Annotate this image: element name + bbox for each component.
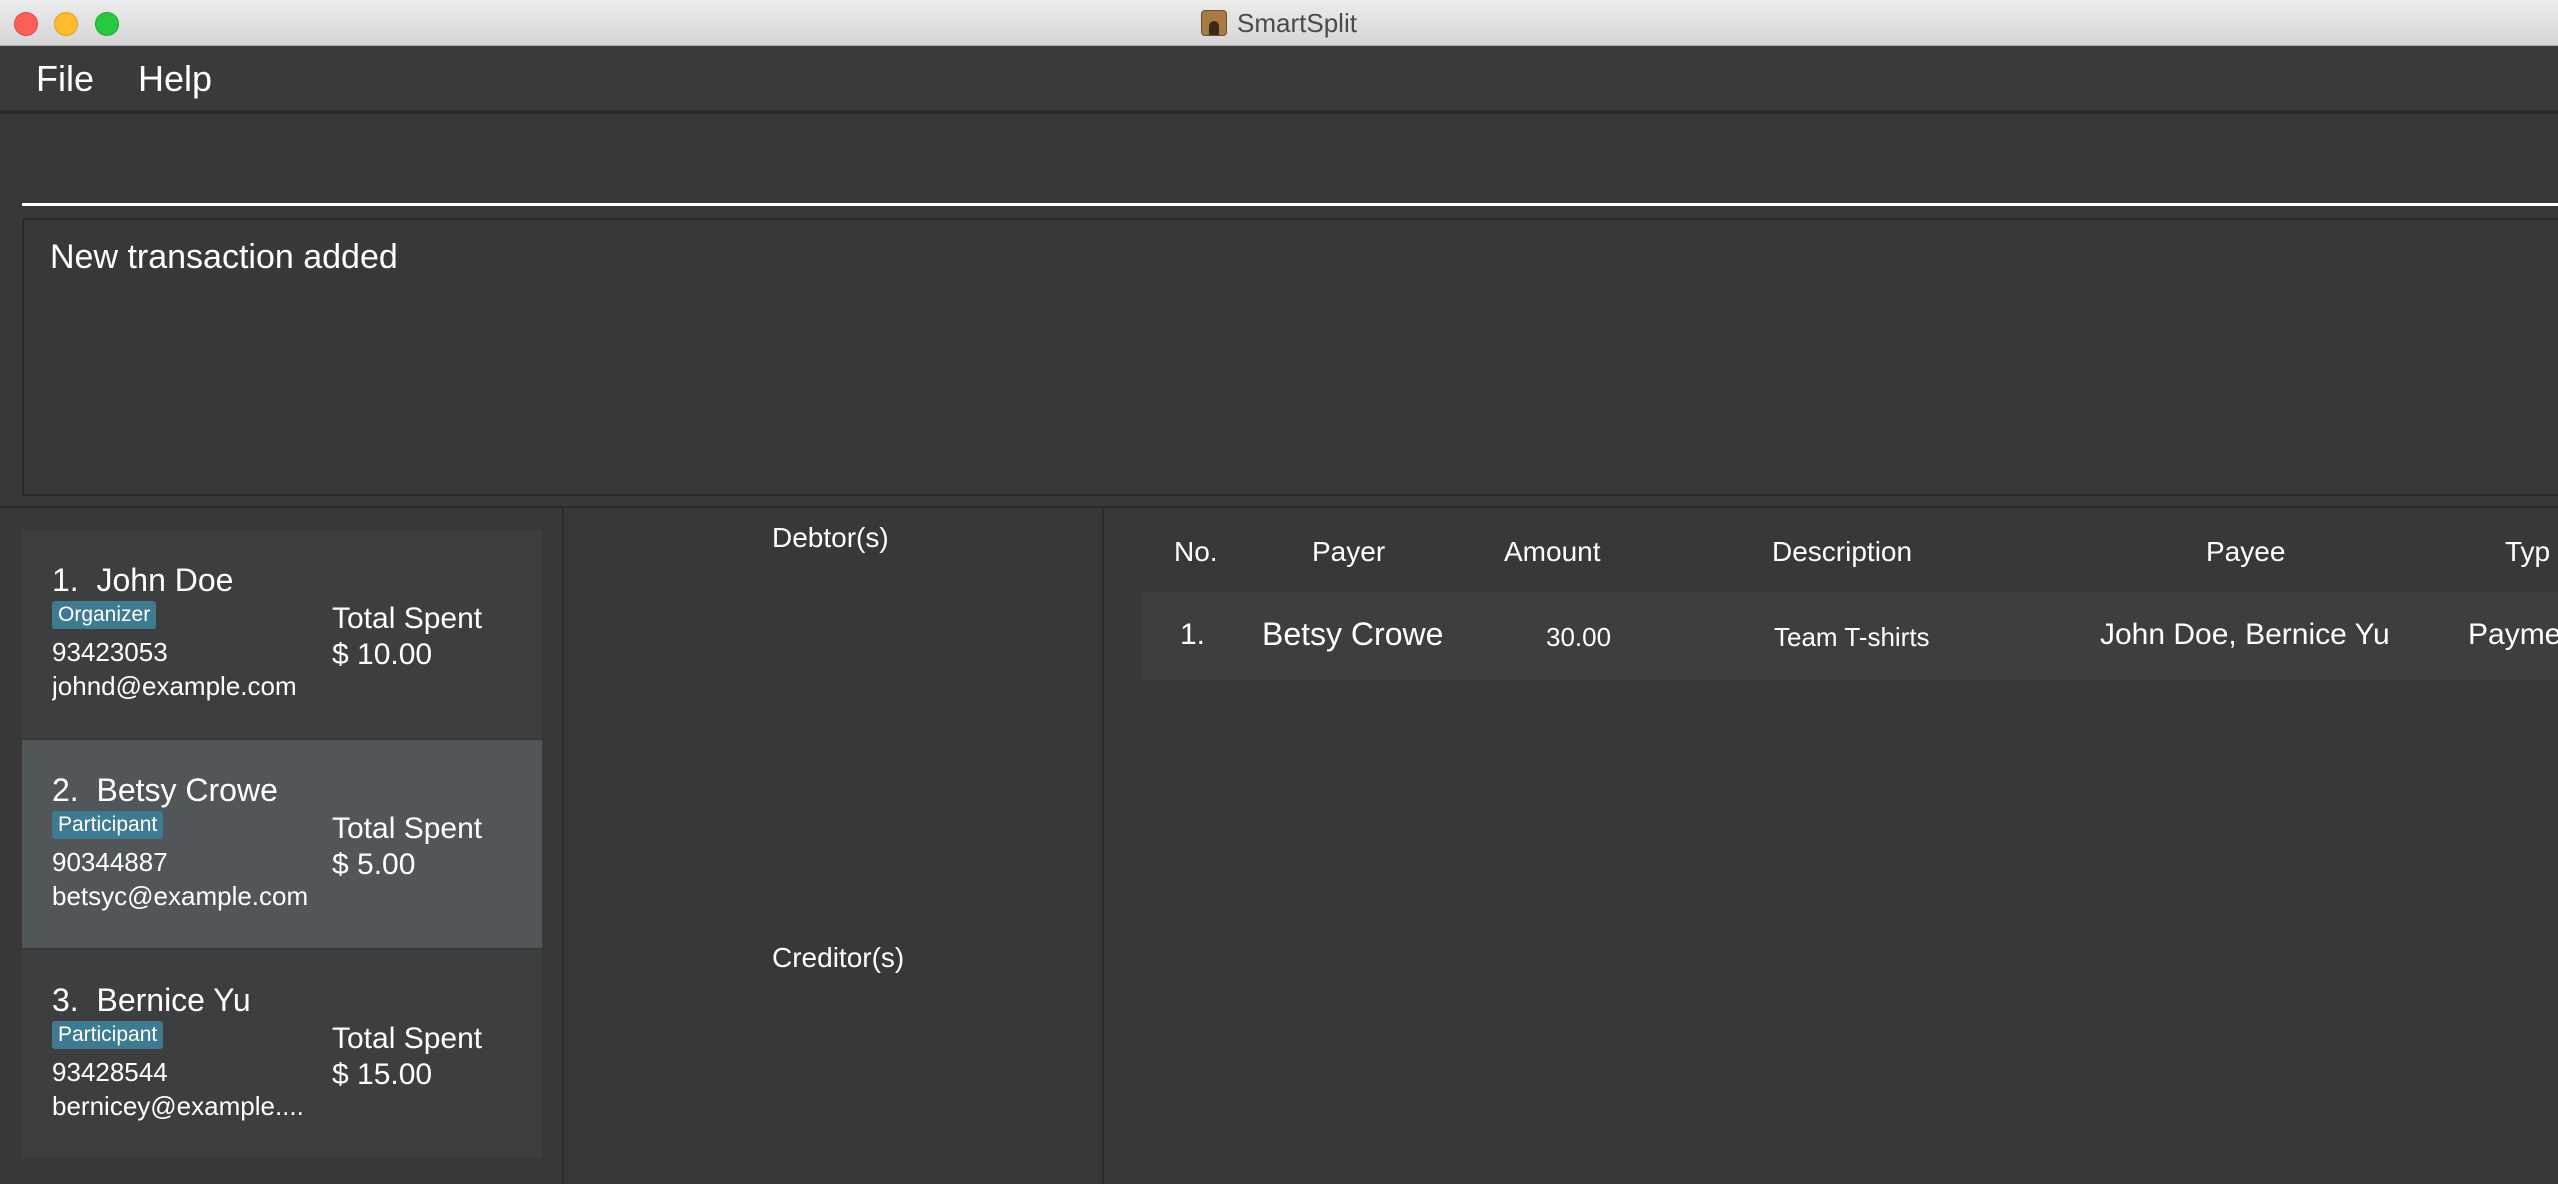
person-phone: 93423053 — [52, 637, 168, 667]
total-spent-label: Total Spent — [332, 602, 483, 635]
person-index: 3. — [52, 982, 79, 1018]
menu-bar: File Help — [0, 46, 2558, 112]
address-book-icon — [1201, 10, 1228, 36]
person-index: 2. — [52, 772, 79, 808]
column-header-payee[interactable]: Payee — [2206, 536, 2285, 568]
person-name: 3. Bernice Yu — [52, 982, 251, 1019]
column-header-amount[interactable]: Amount — [1504, 536, 1601, 568]
total-spent-label: Total Spent — [332, 1022, 483, 1055]
role-tag: Participant — [52, 811, 164, 839]
person-name-text: Bernice Yu — [96, 982, 251, 1018]
person-name: 1. John Doe — [52, 562, 233, 599]
creditors-label: Creditor(s) — [772, 942, 905, 973]
person-card[interactable]: 3. Bernice Yu Participant 93428544 berni… — [22, 950, 542, 1158]
role-tag: Organizer — [52, 601, 157, 629]
panel-divider — [1102, 508, 1104, 1184]
person-card-selected[interactable]: 2. Betsy Crowe Participant 90344887 bets… — [22, 740, 542, 948]
table-row[interactable]: 1. Betsy Crowe 30.00 Team T-shirts John … — [1142, 592, 2558, 680]
person-name-text: John Doe — [96, 562, 234, 598]
person-phone: 90344887 — [52, 847, 168, 877]
result-message: New transaction added — [50, 238, 398, 276]
column-header-payer[interactable]: Payer — [1312, 536, 1385, 568]
panel-divider — [562, 508, 564, 1184]
column-header-description[interactable]: Description — [1772, 536, 1912, 568]
window-title: SmartSplit — [0, 0, 2558, 46]
window-title-bar: SmartSplit — [0, 0, 2558, 46]
transaction-payer: Betsy Crowe — [1262, 616, 1444, 652]
role-tag: Participant — [52, 1021, 164, 1049]
total-spent-label: Total Spent — [332, 812, 483, 845]
person-phone: 93428544 — [52, 1057, 168, 1087]
menu-help[interactable]: Help — [138, 58, 212, 100]
menu-file[interactable]: File — [36, 58, 94, 100]
column-header-type[interactable]: Typ — [2505, 536, 2550, 568]
transaction-payee: John Doe, Bernice Yu — [2100, 618, 2390, 651]
transaction-no: 1. — [1180, 618, 1206, 651]
person-email: johnd@example.com — [52, 671, 297, 701]
person-name-text: Betsy Crowe — [96, 772, 278, 808]
command-input[interactable] — [22, 132, 2558, 206]
person-card[interactable]: 1. John Doe Organizer 93423053 johnd@exa… — [22, 530, 542, 738]
debtors-label: Debtor(s) — [772, 522, 889, 553]
column-header-no[interactable]: No. — [1174, 536, 1218, 568]
transaction-description: Team T-shirts — [1774, 622, 1930, 652]
person-name: 2. Betsy Crowe — [52, 772, 278, 809]
total-spent-value: $ 10.00 — [332, 638, 433, 671]
window-title-text: SmartSplit — [1237, 7, 1357, 38]
total-spent-value: $ 15.00 — [332, 1058, 433, 1091]
person-index: 1. — [52, 562, 79, 598]
transaction-type: Payme — [2468, 618, 2558, 651]
command-box — [0, 112, 2558, 208]
result-display: New transaction added — [22, 218, 2558, 496]
person-email: bernicey@example.... — [52, 1091, 304, 1121]
person-email: betsyc@example.com — [52, 881, 309, 911]
total-spent-value: $ 5.00 — [332, 848, 416, 881]
transaction-amount: 30.00 — [1546, 622, 1612, 652]
